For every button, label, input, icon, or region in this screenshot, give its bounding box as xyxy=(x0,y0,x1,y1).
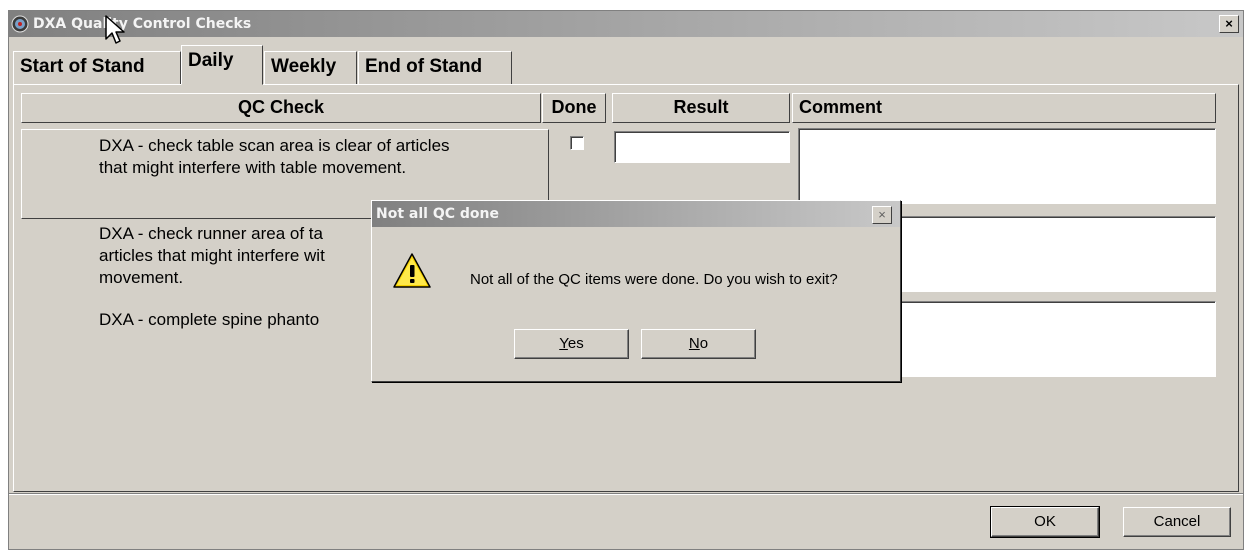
comment-field[interactable] xyxy=(798,128,1216,204)
qc-check-line: DXA - check runner area of ta xyxy=(99,224,323,243)
dialog-title-bar[interactable]: Not all QC done × xyxy=(372,201,900,227)
yes-label-rest: es xyxy=(567,335,584,352)
dialog-close-button[interactable]: × xyxy=(872,206,892,224)
cancel-button[interactable]: Cancel xyxy=(1123,507,1231,537)
no-mnemonic: N xyxy=(688,335,700,352)
window-close-button[interactable]: × xyxy=(1219,15,1239,33)
no-button[interactable]: No xyxy=(641,329,756,359)
qc-check-text: DXA - complete spine phanto xyxy=(99,309,319,331)
qc-check-line: that might interfere with table movement… xyxy=(99,158,407,177)
window-title-bar[interactable]: DXA Quality Control Checks × xyxy=(9,11,1243,37)
mouse-cursor-icon xyxy=(105,15,125,44)
column-header-comment[interactable]: Comment xyxy=(792,93,1216,123)
qc-check-line: DXA - complete spine phanto xyxy=(99,310,320,329)
column-header-result[interactable]: Result xyxy=(612,93,790,123)
no-label-rest: o xyxy=(699,335,709,352)
comment-field[interactable] xyxy=(898,301,1216,377)
tab-daily[interactable]: Daily xyxy=(181,45,263,85)
done-checkbox[interactable] xyxy=(570,136,584,150)
column-header-done[interactable]: Done xyxy=(542,93,606,123)
warning-icon xyxy=(393,253,431,288)
column-header-qc-check[interactable]: QC Check xyxy=(21,93,541,123)
tab-start-of-stand[interactable]: Start of Stand xyxy=(13,51,181,85)
qc-check-text: DXA - check table scan area is clear of … xyxy=(99,135,450,179)
result-field[interactable] xyxy=(614,131,790,163)
comment-field[interactable] xyxy=(898,216,1216,292)
qc-check-line: articles that might interfere wit xyxy=(99,246,325,265)
app-icon xyxy=(11,15,29,33)
qc-check-text: DXA - check runner area of ta articles t… xyxy=(99,223,325,289)
yes-button[interactable]: Yes xyxy=(514,329,629,359)
footer-divider xyxy=(9,493,1243,495)
dialog-message: Not all of the QC items were done. Do yo… xyxy=(470,271,838,288)
window-title: DXA Quality Control Checks xyxy=(33,16,252,32)
qc-check-line: DXA - check table scan area is clear of … xyxy=(99,136,450,155)
tab-end-of-stand[interactable]: End of Stand xyxy=(358,51,512,85)
qc-check-line: movement. xyxy=(99,268,184,287)
dialog-title: Not all QC done xyxy=(376,206,499,222)
ok-button[interactable]: OK xyxy=(990,506,1100,538)
confirm-exit-dialog: Not all QC done × Not all of the QC item… xyxy=(371,200,901,382)
tab-weekly[interactable]: Weekly xyxy=(264,51,357,85)
yes-mnemonic: Y xyxy=(559,335,568,352)
